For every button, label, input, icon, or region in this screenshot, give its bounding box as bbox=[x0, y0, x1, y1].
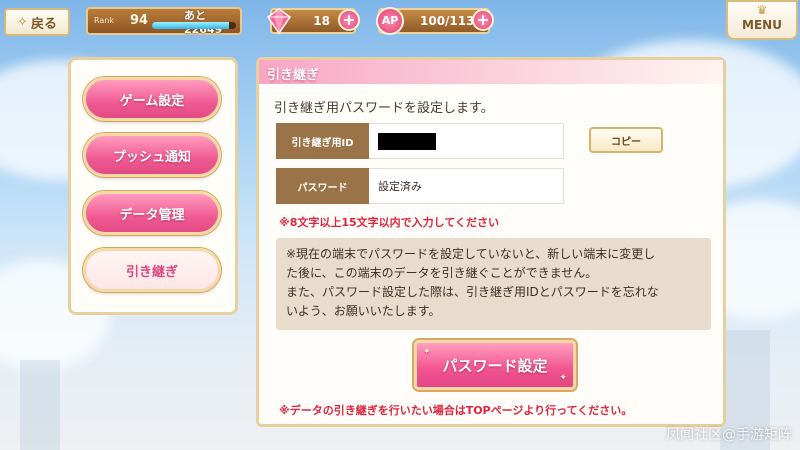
plus-icon: + bbox=[342, 10, 356, 29]
background-building bbox=[20, 360, 60, 450]
copy-button[interactable]: コピー bbox=[589, 127, 663, 153]
sidebar-item-label: データ管理 bbox=[119, 207, 185, 223]
sidebar-item-game-settings[interactable]: ゲーム設定 bbox=[83, 77, 221, 121]
sidebar-item-label: プッシュ通知 bbox=[112, 149, 191, 165]
password-status: 設定済み bbox=[369, 168, 564, 204]
panel-title: 引き継ぎ bbox=[267, 68, 320, 83]
ap-counter: AP 100/113 + bbox=[376, 7, 494, 35]
menu-button[interactable]: ♛ MENU bbox=[726, 0, 798, 40]
crown-icon: ♛ bbox=[756, 3, 768, 17]
password-status-text: 設定済み bbox=[378, 180, 422, 193]
exp-progress-bar bbox=[152, 22, 236, 29]
password-length-note: ※8文字以上15文字以内で入力してください bbox=[279, 216, 499, 229]
panel-header: 引き継ぎ bbox=[259, 60, 723, 84]
rank-value: 94 bbox=[130, 13, 149, 28]
watermark: 凤闻社区@手游矩阵 bbox=[666, 427, 792, 443]
plus-icon: + bbox=[476, 10, 490, 29]
sidebar-item-label: ゲーム設定 bbox=[119, 93, 185, 109]
gem-icon bbox=[266, 8, 292, 35]
info-line: いよう、お願いいたします。 bbox=[286, 304, 441, 318]
back-button[interactable]: ✧ 戻る bbox=[4, 8, 70, 36]
password-label: パスワード bbox=[276, 168, 369, 204]
back-arrow-icon: ✧ bbox=[17, 14, 28, 30]
panel-description: 引き継ぎ用パスワードを設定します。 bbox=[274, 101, 494, 116]
back-button-label: 戻る bbox=[30, 16, 57, 32]
add-gems-button[interactable]: + bbox=[338, 9, 360, 31]
menu-button-label: MENU bbox=[742, 18, 782, 32]
sidebar-item-push-notifications[interactable]: プッシュ通知 bbox=[83, 133, 221, 177]
info-line: また、パスワード設定した際は、引き継ぎ用IDとパスワードを忘れな bbox=[286, 285, 659, 299]
set-password-label: パスワード設定 bbox=[442, 356, 548, 375]
transfer-info-box: ※現在の端末でパスワードを設定していないと、新しい端末に変更し た後に、この端末… bbox=[276, 238, 711, 330]
add-ap-button[interactable]: + bbox=[472, 9, 494, 31]
gem-count: 18 bbox=[313, 14, 330, 28]
sidebar-item-label: 引き継ぎ bbox=[125, 264, 178, 280]
redacted-id bbox=[378, 132, 436, 150]
info-line: た後に、この端末のデータを引き継ぐことができません。 bbox=[286, 266, 598, 280]
settings-sidebar: ゲーム設定 プッシュ通知 データ管理 引き継ぎ bbox=[68, 57, 238, 315]
info-line: ※現在の端末でパスワードを設定していないと、新しい端末に変更し bbox=[286, 247, 656, 261]
sidebar-item-data-management[interactable]: データ管理 bbox=[83, 191, 221, 235]
ap-value: 100/113 bbox=[420, 14, 475, 28]
transfer-id-value bbox=[369, 123, 564, 159]
transfer-panel: 引き継ぎ 引き継ぎ用パスワードを設定します。 引き継ぎ用ID コピー パスワード… bbox=[256, 57, 726, 427]
exp-progress-fill bbox=[152, 22, 230, 29]
rank-label: Rank bbox=[94, 16, 114, 25]
transfer-bottom-note: ※データの引き継ぎを行いたい場合はTOPページより行ってください。 bbox=[279, 404, 633, 417]
gem-counter: 18 + bbox=[266, 8, 360, 35]
set-password-button[interactable]: ✦ ✦ パスワード設定 bbox=[414, 340, 576, 390]
sparkle-icon: ✦ bbox=[559, 373, 567, 383]
rank-display: Rank 94 あと22649 bbox=[86, 7, 242, 36]
ap-icon: AP bbox=[376, 7, 404, 35]
sparkle-icon: ✦ bbox=[423, 347, 431, 357]
transfer-id-label: 引き継ぎ用ID bbox=[276, 123, 369, 159]
sidebar-item-data-transfer[interactable]: 引き継ぎ bbox=[83, 248, 221, 292]
